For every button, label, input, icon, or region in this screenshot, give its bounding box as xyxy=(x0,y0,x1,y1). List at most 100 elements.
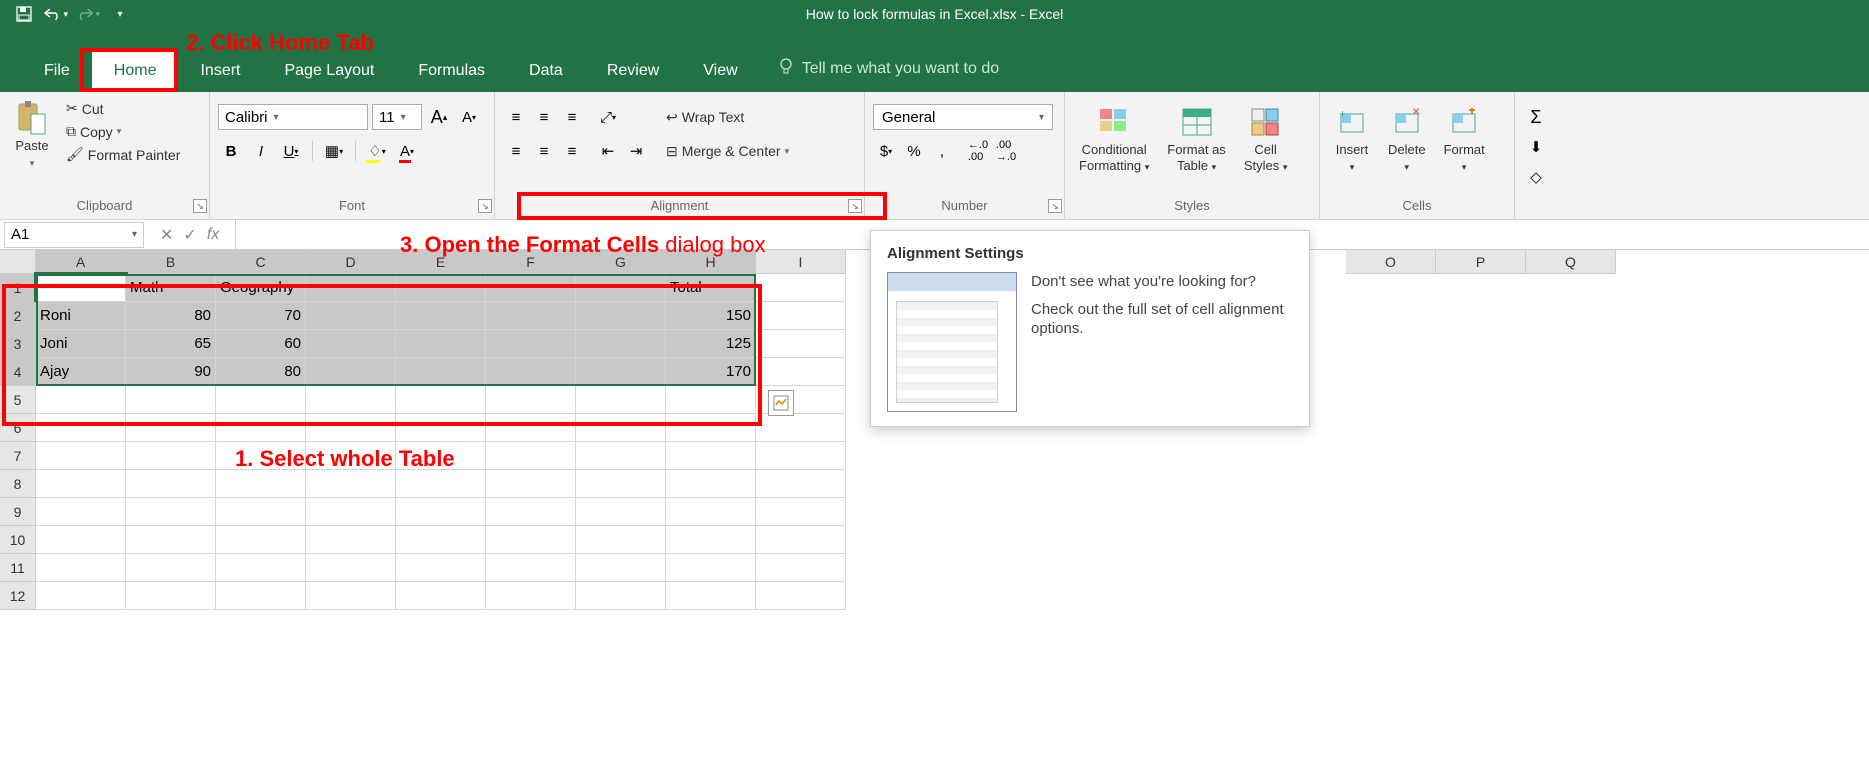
select-all-corner[interactable] xyxy=(0,250,36,274)
align-top-button[interactable]: ≡ xyxy=(503,104,529,130)
row-header-5[interactable]: 5 xyxy=(0,386,36,414)
align-left-button[interactable]: ≡ xyxy=(503,138,529,164)
cell-H1[interactable]: Total xyxy=(666,274,756,302)
cell-E3[interactable] xyxy=(396,330,486,358)
decrease-indent-button[interactable]: ⇤ xyxy=(595,138,621,164)
insert-button[interactable]: + Insert▾ xyxy=(1328,102,1376,175)
copy-button[interactable]: ⧉ Copy ▾ xyxy=(62,121,184,142)
cell-C1[interactable]: Geography xyxy=(216,274,306,302)
clipboard-launcher[interactable]: ↘ xyxy=(193,199,207,213)
cell-I3[interactable] xyxy=(756,330,846,358)
increase-indent-button[interactable]: ⇥ xyxy=(623,138,649,164)
row-header-1[interactable]: 1 xyxy=(0,274,36,302)
col-header-E[interactable]: E xyxy=(396,250,486,274)
increase-decimal-button[interactable]: ←.0.00 xyxy=(965,138,991,164)
row-header-6[interactable]: 6 xyxy=(0,414,36,442)
cell-B1[interactable]: Math xyxy=(126,274,216,302)
cut-button[interactable]: ✂ Cut xyxy=(62,98,184,119)
cell-B4[interactable]: 90 xyxy=(126,358,216,386)
cell-A1[interactable] xyxy=(36,274,126,302)
cancel-icon[interactable]: ✕ xyxy=(160,225,173,245)
tab-insert[interactable]: Insert xyxy=(178,52,262,92)
tab-home[interactable]: Home xyxy=(92,52,179,92)
format-button[interactable]: Format▾ xyxy=(1438,102,1491,175)
enter-icon[interactable]: ✓ xyxy=(183,225,196,245)
cell-F1[interactable] xyxy=(486,274,576,302)
col-header-G[interactable]: G xyxy=(576,250,666,274)
tab-review[interactable]: Review xyxy=(585,52,681,92)
font-color-button[interactable]: A ▾ xyxy=(394,138,420,164)
underline-button[interactable]: U ▾ xyxy=(278,138,304,164)
cell-H3[interactable]: 125 xyxy=(666,330,756,358)
increase-font-button[interactable]: A▴ xyxy=(426,104,452,130)
cell-C3[interactable]: 60 xyxy=(216,330,306,358)
cell-G2[interactable] xyxy=(576,302,666,330)
orientation-button[interactable]: ⤢ ▾ xyxy=(595,104,621,130)
format-painter-button[interactable]: 🖌 Format Painter xyxy=(62,144,184,165)
cell-H2[interactable]: 150 xyxy=(666,302,756,330)
cell-I2[interactable] xyxy=(756,302,846,330)
delete-button[interactable]: × Delete▾ xyxy=(1382,102,1432,175)
row-header-12[interactable]: 12 xyxy=(0,582,36,610)
tab-data[interactable]: Data xyxy=(507,52,585,92)
row-header-3[interactable]: 3 xyxy=(0,330,36,358)
cell-B3[interactable]: 65 xyxy=(126,330,216,358)
qat-customize-icon[interactable]: ▾ xyxy=(108,4,132,24)
number-launcher[interactable]: ↘ xyxy=(1048,199,1062,213)
fill-color-button[interactable]: ♢ ▾ xyxy=(364,138,390,164)
tab-file[interactable]: File xyxy=(22,52,92,92)
cell-C4[interactable]: 80 xyxy=(216,358,306,386)
col-header-A[interactable]: A xyxy=(36,250,126,274)
font-size-select[interactable]: 11▾ xyxy=(372,104,422,130)
paste-button[interactable]: Paste▾ xyxy=(8,98,56,171)
cell-E2[interactable] xyxy=(396,302,486,330)
cell-D3[interactable] xyxy=(306,330,396,358)
undo-icon[interactable]: ▾ xyxy=(44,4,68,24)
accounting-button[interactable]: $ ▾ xyxy=(873,138,899,164)
row-header-8[interactable]: 8 xyxy=(0,470,36,498)
cell-I4[interactable] xyxy=(756,358,846,386)
cell-G3[interactable] xyxy=(576,330,666,358)
comma-button[interactable]: , xyxy=(929,138,955,164)
cell-F2[interactable] xyxy=(486,302,576,330)
cell-E4[interactable] xyxy=(396,358,486,386)
col-header-F[interactable]: F xyxy=(486,250,576,274)
align-center-button[interactable]: ≡ xyxy=(531,138,557,164)
cell-I1[interactable] xyxy=(756,274,846,302)
cell-D2[interactable] xyxy=(306,302,396,330)
cell-A4[interactable]: Ajay xyxy=(36,358,126,386)
cell-G1[interactable] xyxy=(576,274,666,302)
cell-F3[interactable] xyxy=(486,330,576,358)
cell-A2[interactable]: Roni xyxy=(36,302,126,330)
tab-view[interactable]: View xyxy=(681,52,759,92)
decrease-decimal-button[interactable]: .00→.0 xyxy=(993,138,1019,164)
cell-G4[interactable] xyxy=(576,358,666,386)
tab-page-layout[interactable]: Page Layout xyxy=(262,52,396,92)
conditional-formatting-button[interactable]: Conditional Formatting ▾ xyxy=(1073,102,1155,175)
decrease-font-button[interactable]: A▾ xyxy=(456,104,482,130)
row-header-4[interactable]: 4 xyxy=(0,358,36,386)
italic-button[interactable]: I xyxy=(248,138,274,164)
cell-D4[interactable] xyxy=(306,358,396,386)
font-launcher[interactable]: ↘ xyxy=(478,199,492,213)
cell-B2[interactable]: 80 xyxy=(126,302,216,330)
align-bottom-button[interactable]: ≡ xyxy=(559,104,585,130)
format-as-table-button[interactable]: Format as Table ▾ xyxy=(1161,102,1232,175)
row-header-9[interactable]: 9 xyxy=(0,498,36,526)
cell-F4[interactable] xyxy=(486,358,576,386)
col-header-Q[interactable]: Q xyxy=(1526,250,1616,274)
font-name-select[interactable]: Calibri▾ xyxy=(218,104,368,130)
save-icon[interactable] xyxy=(12,4,36,24)
quick-analysis-button[interactable] xyxy=(768,390,794,416)
col-header-C[interactable]: C xyxy=(216,250,306,274)
col-header-P[interactable]: P xyxy=(1436,250,1526,274)
percent-button[interactable]: % xyxy=(901,138,927,164)
merge-center-button[interactable]: ⊟ Merge & Center ▾ xyxy=(661,138,794,164)
clear-button[interactable]: ◇ xyxy=(1523,164,1549,190)
row-header-2[interactable]: 2 xyxy=(0,302,36,330)
col-header-I[interactable]: I xyxy=(756,250,846,274)
cell-H4[interactable]: 170 xyxy=(666,358,756,386)
redo-icon[interactable]: ▾ xyxy=(76,4,100,24)
name-box[interactable]: A1▾ xyxy=(4,222,144,248)
tab-formulas[interactable]: Formulas xyxy=(396,52,507,92)
